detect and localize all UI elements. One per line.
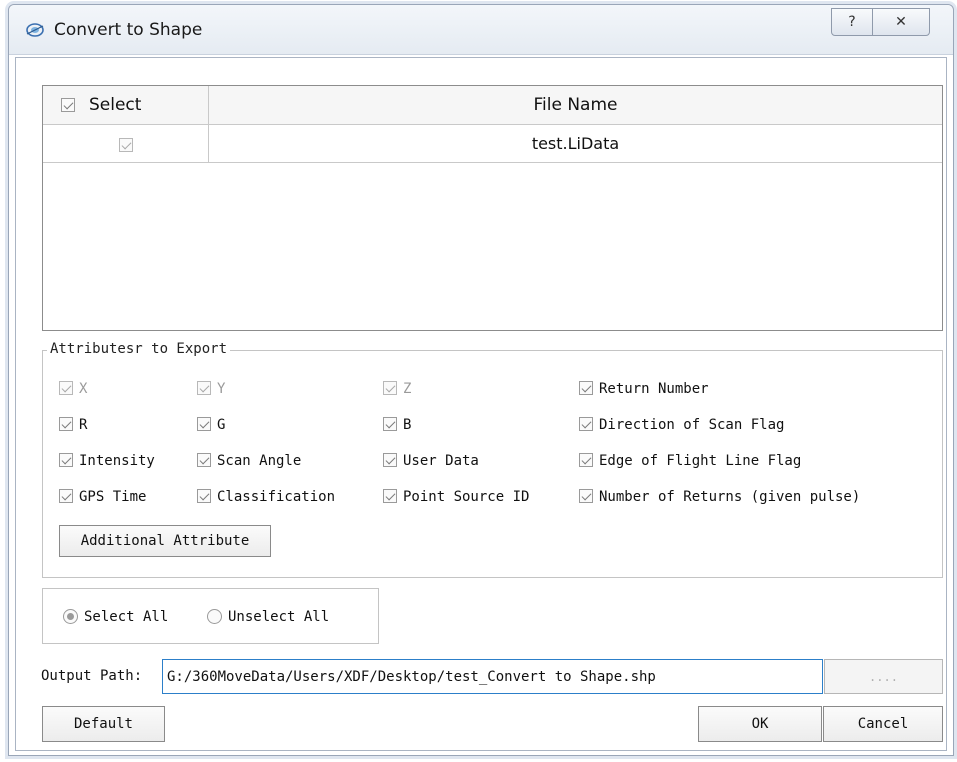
attr-z[interactable]: Z	[383, 379, 411, 399]
attr-scan-angle-label: Scan Angle	[217, 453, 302, 469]
attr-direction-of-scan-flag-label: Direction of Scan Flag	[599, 417, 785, 433]
unselect-all-option[interactable]: Unselect All	[207, 607, 329, 627]
attr-point-source-id[interactable]: Point Source ID	[383, 487, 529, 507]
attr-y-checkbox[interactable]	[197, 381, 211, 395]
attr-point-source-id-label: Point Source ID	[403, 489, 530, 505]
file-name-header-label: File Name	[533, 95, 618, 115]
attr-b[interactable]: B	[383, 415, 411, 435]
attr-r[interactable]: R	[59, 415, 87, 435]
attr-z-checkbox[interactable]	[383, 381, 397, 395]
attr-classification[interactable]: Classification	[197, 487, 335, 507]
ok-button[interactable]: OK	[698, 706, 822, 742]
selection-group: Select All Unselect All	[42, 588, 379, 644]
file-name-column-header[interactable]: File Name	[209, 86, 942, 125]
window-title: Convert to Shape	[54, 20, 203, 40]
select-all-option[interactable]: Select All	[63, 607, 168, 627]
select-all-label: Select All	[84, 609, 169, 625]
cancel-button[interactable]: Cancel	[823, 706, 943, 742]
attr-x[interactable]: X	[59, 379, 87, 399]
unselect-all-label: Unselect All	[228, 609, 330, 625]
attr-edge-of-flight-line-flag-checkbox[interactable]	[579, 453, 593, 467]
attr-number-of-returns-label: Number of Returns (given pulse)	[599, 489, 861, 505]
title-bar[interactable]: Convert to Shape ? ✕	[9, 5, 953, 55]
file-table: Select File Name test.LiData	[42, 85, 943, 331]
attr-number-of-returns-checkbox[interactable]	[579, 489, 593, 503]
attr-g-label: G	[217, 417, 226, 433]
attr-direction-of-scan-flag-checkbox[interactable]	[579, 417, 593, 431]
convert-to-shape-dialog: Convert to Shape ? ✕ Select File Name te…	[8, 4, 954, 756]
attr-gps-time-label: GPS Time	[79, 489, 147, 505]
help-icon: ?	[848, 14, 856, 30]
browse-button[interactable]: ....	[824, 659, 943, 694]
dialog-body: Select File Name test.LiData Attributesr…	[15, 57, 947, 751]
attr-b-label: B	[403, 417, 412, 433]
attr-scan-angle-checkbox[interactable]	[197, 453, 211, 467]
attr-b-checkbox[interactable]	[383, 417, 397, 431]
attr-user-data-checkbox[interactable]	[383, 453, 397, 467]
attr-x-checkbox[interactable]	[59, 381, 73, 395]
attr-return-number-checkbox[interactable]	[579, 381, 593, 395]
file-name: test.LiData	[531, 134, 620, 153]
close-button[interactable]: ✕	[872, 8, 930, 36]
attr-classification-label: Classification	[217, 489, 336, 505]
attr-classification-checkbox[interactable]	[197, 489, 211, 503]
attr-gps-time[interactable]: GPS Time	[59, 487, 146, 507]
select-all-checkbox[interactable]	[61, 98, 75, 112]
attr-number-of-returns[interactable]: Number of Returns (given pulse)	[579, 487, 860, 507]
select-column-header[interactable]: Select	[43, 86, 209, 125]
attributes-group: Attributesr to Export X Y Z Return Numbe…	[42, 341, 943, 578]
select-header-label: Select	[89, 95, 142, 115]
attr-intensity-checkbox[interactable]	[59, 453, 73, 467]
attr-edge-of-flight-line-flag[interactable]: Edge of Flight Line Flag	[579, 451, 801, 471]
attr-z-label: Z	[403, 381, 412, 397]
attr-point-source-id-checkbox[interactable]	[383, 489, 397, 503]
attr-gps-time-checkbox[interactable]	[59, 489, 73, 503]
help-button[interactable]: ?	[831, 8, 873, 36]
default-button[interactable]: Default	[42, 706, 165, 742]
close-icon: ✕	[895, 14, 907, 30]
attr-r-checkbox[interactable]	[59, 417, 73, 431]
attr-intensity-label: Intensity	[79, 453, 155, 469]
unselect-all-radio[interactable]	[207, 608, 222, 624]
attr-scan-angle[interactable]: Scan Angle	[197, 451, 301, 471]
table-row-file-name-cell[interactable]: test.LiData	[209, 125, 942, 163]
attr-x-label: X	[79, 381, 88, 397]
attr-edge-of-flight-line-flag-label: Edge of Flight Line Flag	[599, 453, 802, 469]
attr-return-number[interactable]: Return Number	[579, 379, 709, 399]
select-all-radio[interactable]	[63, 608, 78, 624]
row-checkbox[interactable]	[118, 137, 133, 152]
additional-attribute-button[interactable]: Additional Attribute	[59, 525, 271, 557]
attr-direction-of-scan-flag[interactable]: Direction of Scan Flag	[579, 415, 784, 435]
attr-r-label: R	[79, 417, 88, 433]
attr-y[interactable]: Y	[197, 379, 225, 399]
attr-g[interactable]: G	[197, 415, 225, 435]
attr-user-data-label: User Data	[403, 453, 479, 469]
attr-return-number-label: Return Number	[599, 381, 709, 397]
attributes-legend: Attributesr to Export	[47, 341, 231, 357]
attr-g-checkbox[interactable]	[197, 417, 211, 431]
output-path-input[interactable]	[162, 659, 823, 694]
output-path-label: Output Path:	[41, 668, 143, 684]
attr-user-data[interactable]: User Data	[383, 451, 479, 471]
app-icon	[26, 23, 44, 37]
table-row-select-cell[interactable]	[43, 125, 209, 163]
attr-y-label: Y	[217, 381, 226, 397]
attr-intensity[interactable]: Intensity	[59, 451, 155, 471]
